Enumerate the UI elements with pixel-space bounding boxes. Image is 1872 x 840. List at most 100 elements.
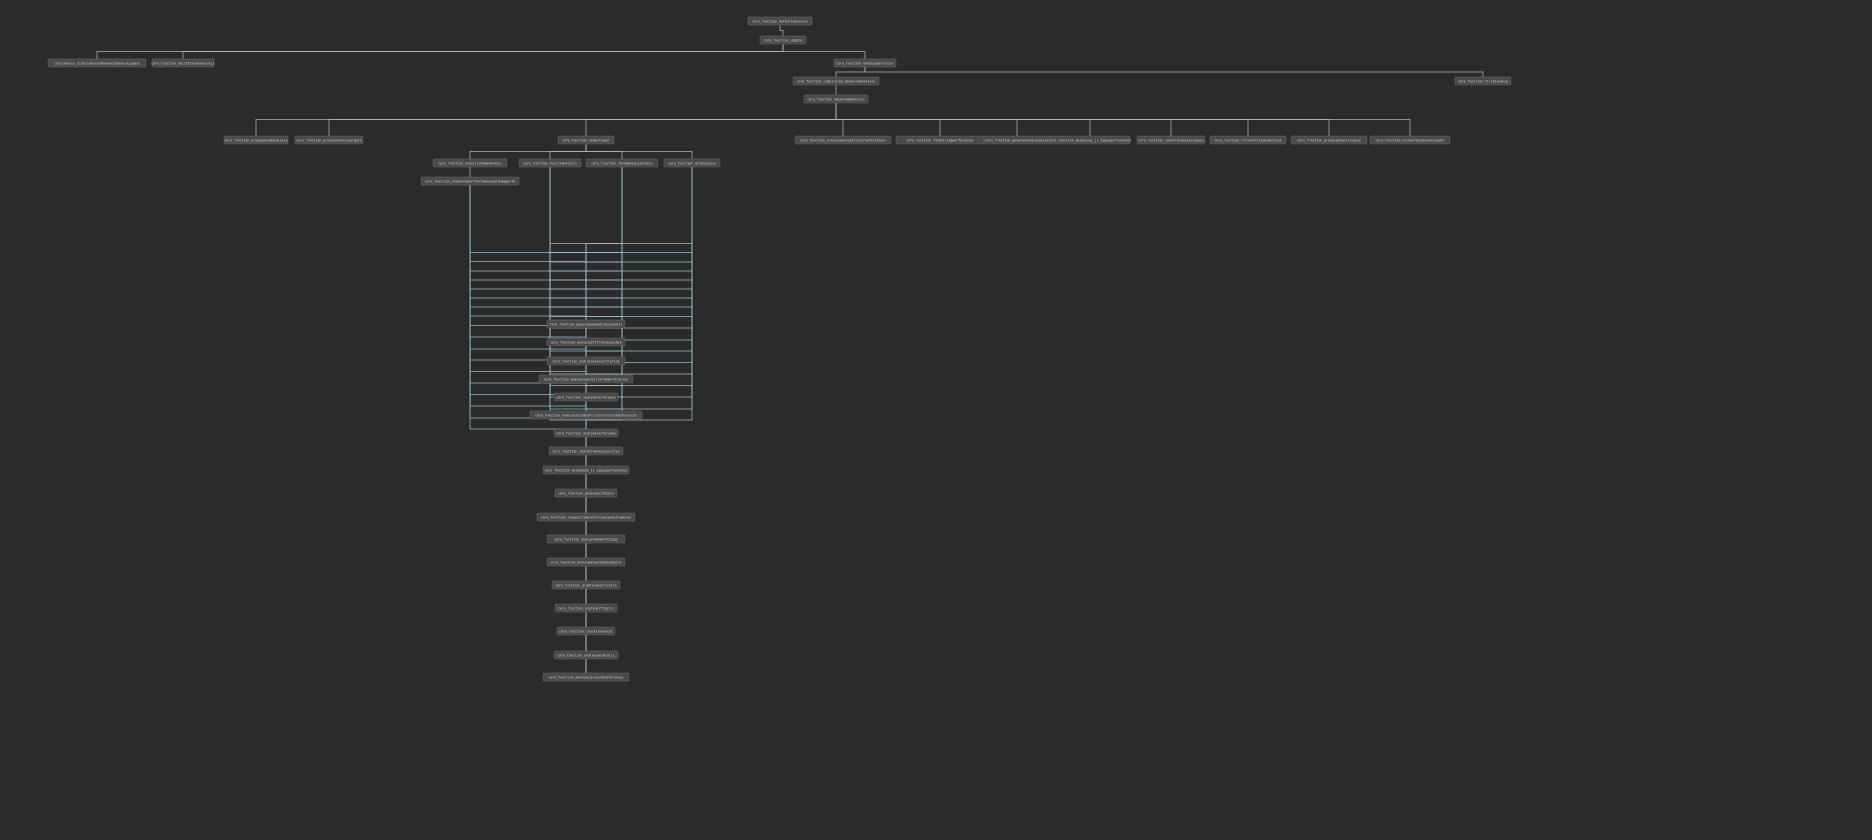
graph-node[interactable]: core_function_filldispdesp [1455, 77, 1511, 85]
graph-node[interactable]: core_function_chackeremneesusucytee [549, 447, 623, 455]
graph-node[interactable]: core_function_houricanalysts [519, 159, 581, 167]
graph-node[interactable]: core_function_analyesanoderhitags [547, 535, 625, 543]
graph-node[interactable]: core_function_analyssac_jc_typeeperferen… [1049, 136, 1132, 144]
node-label: core_function_update [764, 39, 802, 43]
edge [470, 185, 586, 320]
edge [470, 185, 586, 375]
edge [470, 185, 586, 338]
graph-node[interactable]: core_function_nodesflowsr [558, 136, 614, 144]
node-label: core_function_advancedanlsizer [836, 62, 894, 66]
graph-node[interactable]: core_function_generatesnglunaliac [984, 136, 1050, 144]
node-label: core_function_processaannumitricornefera… [800, 139, 886, 143]
edge [470, 185, 586, 357]
graph-node[interactable]: core_function_analyseotfclrosasenches [547, 338, 625, 346]
graph-node[interactable]: core_function_chacksremsalet [557, 627, 615, 635]
edge [586, 167, 692, 535]
node-label: core_function_compilereq_advancedanalysi… [797, 80, 876, 84]
graph-node[interactable]: core_function_bactattacheanalysis [151, 59, 214, 67]
graph-node[interactable]: core_function_anatyondc_jc_typeeperferen… [543, 466, 629, 474]
graph-node[interactable]: core_function_compilereq_advancedanalysi… [793, 77, 879, 85]
graph-node[interactable]: core_function_analyesaormcalls [554, 651, 618, 659]
graph-node[interactable]: core_function_propagateadanalysis [224, 136, 288, 144]
node-label: core_function_analyseotfclrosasenches [550, 341, 621, 345]
node-label: core_function_prosecomfoutijspass [1297, 139, 1360, 143]
edge [586, 167, 692, 447]
node-label: core_function_chacknneborrhortdepuchalbu… [425, 180, 515, 184]
graph-node[interactable]: core_function_resepaltimesaterclaosponil… [537, 513, 635, 521]
edge [586, 103, 836, 136]
graph-node[interactable]: core_function_defaultanalysis [748, 17, 812, 25]
node-label: core_function_generasademediteesanalic [550, 323, 623, 327]
edge [470, 185, 586, 489]
graph-node[interactable]: core_function_genecassifbsole [555, 489, 617, 497]
graph-node[interactable]: core_function_generasademediteesanalic [547, 320, 625, 328]
node-label: core_function_nodesflowsr [562, 139, 610, 143]
node-label: core_function_analyesanoderhitags [554, 538, 617, 542]
edge [586, 167, 692, 673]
graph-node[interactable]: core_function_analyescerveurdzeferences [543, 673, 629, 681]
node-label: core_function_filldispdesp [1458, 80, 1508, 84]
node-label: core_function_analyesaormcalls [557, 654, 615, 658]
node-label: core_function_genecassifbsole [558, 492, 614, 496]
call-graph-canvas[interactable]: core_function_defaultanalysis core_functi… [0, 0, 1872, 840]
graph-node[interactable]: core_module_finallyUnusedAdvancedanalysi… [48, 59, 146, 67]
node-label: core_function_fesomewiousialysis [591, 162, 652, 166]
edge [470, 185, 586, 429]
graph-node[interactable]: core_function_analyenassocortlatios [547, 357, 625, 365]
node-label: core_function_analyessutedoefrirecursrcs… [535, 414, 637, 418]
edge [780, 25, 783, 36]
edge [550, 167, 586, 673]
node-label: core_function_aramtasanenricalle [555, 584, 616, 588]
edge [470, 185, 586, 513]
edge [865, 67, 1483, 77]
graph-node[interactable]: core_function_advancedanlsizer [834, 59, 896, 67]
node-label: core_function_anofyassalforsame [556, 432, 616, 436]
graph-node[interactable]: core_function_nslonefdcachesmlloader [1370, 136, 1450, 144]
graph-node[interactable]: core_function_analyesaaousirraltamerfere… [539, 375, 633, 383]
node-label: core_function_anatyondc_jc_typeeperferen… [545, 469, 628, 473]
edge [586, 167, 692, 320]
graph-node[interactable]: core_function_findstringperferences [896, 136, 984, 144]
graph-node[interactable]: core_function_analyessutedoefrirecursrcs… [530, 411, 642, 419]
graph-node[interactable]: core_function_anolynerffcalls [555, 604, 617, 612]
graph-node[interactable]: core_function_advancedanalysis [804, 95, 868, 103]
graph-node[interactable]: core_function_countraracalysispase [1137, 136, 1205, 144]
node-label: core_module_finallyUnusedAdvancedanalysi… [54, 62, 140, 66]
graph-node[interactable]: core_function_ditanalysis [664, 159, 720, 167]
graph-node[interactable]: core_function_anofyassalforsame [554, 429, 618, 437]
node-label: core_function_chackeremneesusucytee [552, 450, 619, 454]
node-label: core_function_analyskesaurbodycomoire [550, 561, 621, 565]
graph-node[interactable]: core_function_chacknneborrhortdepuchalbu… [421, 177, 519, 185]
edge [550, 167, 586, 651]
graph-node[interactable]: core_function_prosecomfoutijspass [1291, 136, 1367, 144]
graph-node[interactable]: core_function_processaannumitricornefera… [795, 136, 891, 144]
node-label: core_function_resepaltimesaterclaosponil… [541, 516, 631, 520]
graph-node[interactable]: core_function_rurvunctireemightsses [1210, 136, 1286, 144]
edge [836, 67, 865, 77]
graph-node[interactable]: core_function_analywacalforpess [554, 393, 618, 401]
node-label: core_function_defaultanalysis [752, 20, 808, 24]
node-label: core_function_generatesnglunaliac [985, 139, 1048, 143]
edge [783, 44, 865, 59]
node-label: core_function_bactattacheanalysis [151, 62, 214, 66]
node-label: core_function_rurvunctireemightsses [1214, 139, 1281, 143]
graph-node[interactable]: core_function_analyskesaurbodycomoire [547, 558, 625, 566]
node-label: core_function_propagateadanalysis [224, 139, 287, 143]
node-label: core_function_advancedanalysis [807, 98, 865, 102]
edge [586, 167, 692, 429]
edge [470, 185, 586, 447]
graph-node[interactable]: core_function_aramtasanenricalle [552, 581, 620, 589]
edge [586, 167, 692, 338]
graph-node[interactable]: core_function_unencricksmanalysis [433, 159, 507, 167]
edge [550, 167, 586, 535]
graph-node[interactable]: core_function_update [760, 36, 806, 44]
graph-node[interactable]: core_function_procesanalysisargets [295, 136, 363, 144]
edge [550, 144, 586, 159]
edge [183, 44, 783, 59]
edge [836, 103, 1410, 136]
edge [586, 167, 692, 651]
node-label: core_function_analyescerveurdzeferences [549, 676, 624, 680]
node-label: core_function_anolynerffcalls [558, 607, 614, 611]
edge [586, 167, 692, 466]
graph-node[interactable]: core_function_fesomewiousialysis [586, 159, 658, 167]
